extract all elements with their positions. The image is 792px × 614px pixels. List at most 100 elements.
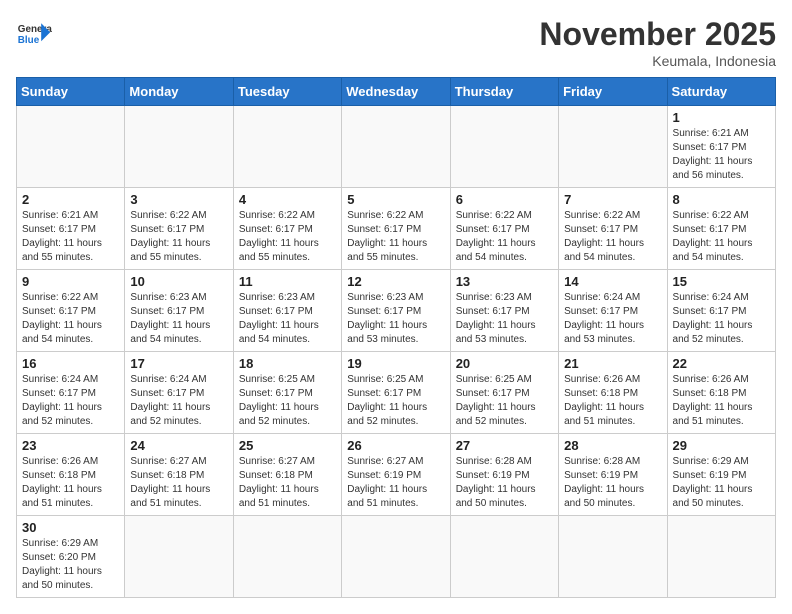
cell-info: Sunrise: 6:26 AM Sunset: 6:18 PM Dayligh… bbox=[22, 455, 119, 511]
month-title: November 2025 bbox=[539, 16, 776, 53]
calendar-cell bbox=[125, 106, 233, 188]
cell-info: Sunrise: 6:24 AM Sunset: 6:17 PM Dayligh… bbox=[673, 291, 770, 347]
day-number: 16 bbox=[22, 356, 119, 371]
day-number: 5 bbox=[347, 192, 444, 207]
calendar-cell: 6Sunrise: 6:22 AM Sunset: 6:17 PM Daylig… bbox=[450, 188, 558, 270]
calendar-cell: 3 Sunrise: 6:22 AM Sunset: 6:17 PM Daylig… bbox=[125, 188, 233, 270]
cell-info: Sunrise: 6:22 AM Sunset: 6:17 PM Dayligh… bbox=[130, 209, 227, 265]
cell-info: Sunrise: 6:26 AM Sunset: 6:18 PM Dayligh… bbox=[673, 373, 770, 429]
cell-info: Sunrise: 6:28 AM Sunset: 6:19 PM Dayligh… bbox=[564, 455, 661, 511]
calendar-cell: 17Sunrise: 6:24 AM Sunset: 6:17 PM Dayli… bbox=[125, 352, 233, 434]
day-number: 28 bbox=[564, 438, 661, 453]
day-number: 15 bbox=[673, 274, 770, 289]
calendar-cell: 5 Sunrise: 6:22 AM Sunset: 6:17 PM Daylig… bbox=[342, 188, 450, 270]
calendar-cell bbox=[342, 516, 450, 598]
cell-info: Sunrise: 6:21 AM Sunset: 6:17 PM Dayligh… bbox=[22, 209, 119, 265]
cell-info: Sunrise: 6:21 AM Sunset: 6:17 PM Dayligh… bbox=[673, 127, 770, 183]
calendar-cell: 12 Sunrise: 6:23 AM Sunset: 6:17 PM Dayli… bbox=[342, 270, 450, 352]
day-number: 6 bbox=[456, 192, 553, 207]
calendar-cell: 20 Sunrise: 6:25 AM Sunset: 6:17 PM Dayli… bbox=[450, 352, 558, 434]
day-number: 20 bbox=[456, 356, 553, 371]
cell-info: Sunrise: 6:27 AM Sunset: 6:18 PM Dayligh… bbox=[130, 455, 227, 511]
day-number: 21 bbox=[564, 356, 661, 371]
calendar-cell: 16 Sunrise: 6:24 AM Sunset: 6:17 PM Dayli… bbox=[17, 352, 125, 434]
location: Keumala, Indonesia bbox=[539, 53, 776, 69]
day-number: 3 bbox=[130, 192, 227, 207]
cell-info: Sunrise: 6:28 AM Sunset: 6:19 PM Dayligh… bbox=[456, 455, 553, 511]
calendar-cell bbox=[559, 516, 667, 598]
day-of-week-header: Tuesday bbox=[233, 78, 341, 106]
calendar-cell: 10Sunrise: 6:23 AM Sunset: 6:17 PM Dayli… bbox=[125, 270, 233, 352]
calendar-header-row: SundayMondayTuesdayWednesdayThursdayFrid… bbox=[17, 78, 776, 106]
day-number: 18 bbox=[239, 356, 336, 371]
calendar-cell: 24Sunrise: 6:27 AM Sunset: 6:18 PM Dayli… bbox=[125, 434, 233, 516]
calendar-cell bbox=[667, 516, 775, 598]
calendar-cell: 7Sunrise: 6:22 AM Sunset: 6:17 PM Daylig… bbox=[559, 188, 667, 270]
calendar-cell: 28 Sunrise: 6:28 AM Sunset: 6:19 PM Dayli… bbox=[559, 434, 667, 516]
cell-info: Sunrise: 6:23 AM Sunset: 6:17 PM Dayligh… bbox=[456, 291, 553, 347]
day-number: 9 bbox=[22, 274, 119, 289]
calendar-cell: 13 Sunrise: 6:23 AM Sunset: 6:17 PM Dayli… bbox=[450, 270, 558, 352]
page-header: General Blue November 2025 Keumala, Indo… bbox=[16, 16, 776, 69]
calendar-cell: 27 Sunrise: 6:28 AM Sunset: 6:19 PM Dayli… bbox=[450, 434, 558, 516]
calendar-cell bbox=[233, 106, 341, 188]
calendar-cell: 14Sunrise: 6:24 AM Sunset: 6:17 PM Dayli… bbox=[559, 270, 667, 352]
day-number: 4 bbox=[239, 192, 336, 207]
cell-info: Sunrise: 6:27 AM Sunset: 6:18 PM Dayligh… bbox=[239, 455, 336, 511]
cell-info: Sunrise: 6:29 AM Sunset: 6:19 PM Dayligh… bbox=[673, 455, 770, 511]
cell-info: Sunrise: 6:24 AM Sunset: 6:17 PM Dayligh… bbox=[564, 291, 661, 347]
day-of-week-header: Saturday bbox=[667, 78, 775, 106]
day-number: 25 bbox=[239, 438, 336, 453]
calendar-cell bbox=[450, 106, 558, 188]
calendar-week-row: 1 Sunrise: 6:21 AM Sunset: 6:17 PM Daylig… bbox=[17, 106, 776, 188]
calendar-cell bbox=[559, 106, 667, 188]
day-number: 1 bbox=[673, 110, 770, 125]
day-of-week-header: Sunday bbox=[17, 78, 125, 106]
calendar-cell: 30Sunrise: 6:29 AM Sunset: 6:20 PM Dayli… bbox=[17, 516, 125, 598]
day-number: 26 bbox=[347, 438, 444, 453]
day-of-week-header: Monday bbox=[125, 78, 233, 106]
cell-info: Sunrise: 6:22 AM Sunset: 6:17 PM Dayligh… bbox=[239, 209, 336, 265]
day-number: 23 bbox=[22, 438, 119, 453]
calendar-table: SundayMondayTuesdayWednesdayThursdayFrid… bbox=[16, 77, 776, 598]
cell-info: Sunrise: 6:23 AM Sunset: 6:17 PM Dayligh… bbox=[239, 291, 336, 347]
calendar-cell: 22 Sunrise: 6:26 AM Sunset: 6:18 PM Dayli… bbox=[667, 352, 775, 434]
svg-text:Blue: Blue bbox=[18, 35, 40, 46]
cell-info: Sunrise: 6:25 AM Sunset: 6:17 PM Dayligh… bbox=[456, 373, 553, 429]
day-number: 10 bbox=[130, 274, 227, 289]
day-number: 12 bbox=[347, 274, 444, 289]
calendar-cell: 23 Sunrise: 6:26 AM Sunset: 6:18 PM Dayli… bbox=[17, 434, 125, 516]
title-block: November 2025 Keumala, Indonesia bbox=[539, 16, 776, 69]
day-of-week-header: Thursday bbox=[450, 78, 558, 106]
cell-info: Sunrise: 6:25 AM Sunset: 6:17 PM Dayligh… bbox=[347, 373, 444, 429]
calendar-week-row: 30Sunrise: 6:29 AM Sunset: 6:20 PM Dayli… bbox=[17, 516, 776, 598]
cell-info: Sunrise: 6:24 AM Sunset: 6:17 PM Dayligh… bbox=[22, 373, 119, 429]
logo: General Blue bbox=[16, 16, 52, 52]
day-number: 22 bbox=[673, 356, 770, 371]
cell-info: Sunrise: 6:23 AM Sunset: 6:17 PM Dayligh… bbox=[347, 291, 444, 347]
calendar-cell bbox=[17, 106, 125, 188]
day-number: 19 bbox=[347, 356, 444, 371]
calendar-week-row: 2 Sunrise: 6:21 AM Sunset: 6:17 PM Daylig… bbox=[17, 188, 776, 270]
day-number: 17 bbox=[130, 356, 227, 371]
day-number: 11 bbox=[239, 274, 336, 289]
cell-info: Sunrise: 6:22 AM Sunset: 6:17 PM Dayligh… bbox=[673, 209, 770, 265]
cell-info: Sunrise: 6:22 AM Sunset: 6:17 PM Dayligh… bbox=[347, 209, 444, 265]
calendar-cell: 15 Sunrise: 6:24 AM Sunset: 6:17 PM Dayli… bbox=[667, 270, 775, 352]
calendar-cell: 25 Sunrise: 6:27 AM Sunset: 6:18 PM Dayli… bbox=[233, 434, 341, 516]
calendar-cell: 19 Sunrise: 6:25 AM Sunset: 6:17 PM Dayli… bbox=[342, 352, 450, 434]
day-number: 13 bbox=[456, 274, 553, 289]
day-number: 2 bbox=[22, 192, 119, 207]
logo-icon: General Blue bbox=[16, 16, 52, 52]
day-number: 7 bbox=[564, 192, 661, 207]
calendar-cell: 18Sunrise: 6:25 AM Sunset: 6:17 PM Dayli… bbox=[233, 352, 341, 434]
day-number: 27 bbox=[456, 438, 553, 453]
cell-info: Sunrise: 6:27 AM Sunset: 6:19 PM Dayligh… bbox=[347, 455, 444, 511]
calendar-cell bbox=[450, 516, 558, 598]
day-number: 8 bbox=[673, 192, 770, 207]
day-of-week-header: Wednesday bbox=[342, 78, 450, 106]
calendar-week-row: 23 Sunrise: 6:26 AM Sunset: 6:18 PM Dayli… bbox=[17, 434, 776, 516]
cell-info: Sunrise: 6:22 AM Sunset: 6:17 PM Dayligh… bbox=[22, 291, 119, 347]
cell-info: Sunrise: 6:26 AM Sunset: 6:18 PM Dayligh… bbox=[564, 373, 661, 429]
calendar-week-row: 9 Sunrise: 6:22 AM Sunset: 6:17 PM Daylig… bbox=[17, 270, 776, 352]
